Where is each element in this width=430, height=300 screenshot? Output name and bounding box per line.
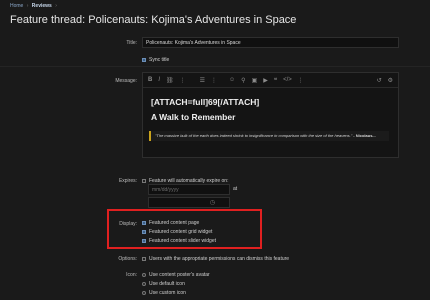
icon-option-label: Use custom icon	[149, 290, 186, 296]
smilies-icon[interactable]: ☺	[229, 77, 235, 83]
editor-attach-text: [ATTACH=full]69[/ATTACH]	[151, 97, 260, 107]
options-dismiss-checkbox[interactable]	[142, 257, 146, 261]
quote-text: "The massive bulk of the earth does inde…	[155, 133, 353, 138]
media-icon[interactable]: ▶	[263, 77, 268, 84]
icon-custom-radio[interactable]	[142, 291, 146, 295]
message-editor[interactable]: B I ⛓ ⋮ ☰ ⋮ ☺ ⚲ ▣ ▶ ❝ </> ⋮ ↺ ⚙ [ATTACH=…	[142, 72, 399, 158]
icon-option-label: Use content poster's avatar	[149, 272, 210, 278]
more-icon[interactable]: ⋮	[211, 77, 217, 84]
breadcrumb-home[interactable]: Home	[10, 3, 23, 9]
quote-icon[interactable]: ❝	[274, 77, 277, 84]
expires-time-input[interactable]: ◷	[148, 197, 230, 208]
sync-title-checkbox[interactable]	[142, 58, 146, 62]
sync-title-label: Sync title	[149, 57, 170, 63]
page-title: Feature thread: Policenauts: Kojima's Ad…	[10, 14, 297, 26]
breadcrumb-reviews[interactable]: Reviews	[32, 3, 52, 9]
editor-toolbar: B I ⛓ ⋮ ☰ ⋮ ☺ ⚲ ▣ ▶ ❝ </> ⋮ ↺ ⚙	[143, 73, 398, 88]
header-divider	[0, 66, 430, 67]
code-icon[interactable]: </>	[283, 77, 292, 83]
link-icon[interactable]: ⛓	[166, 77, 174, 84]
clock-icon[interactable]: ◷	[210, 198, 215, 209]
message-label: Message:	[115, 78, 137, 84]
image-icon[interactable]: ▣	[252, 77, 258, 84]
settings-icon[interactable]: ⚙	[388, 77, 393, 84]
options-dismiss-text: Users with the appropriate permissions c…	[149, 256, 290, 262]
options-label: Options:	[118, 256, 137, 262]
title-input[interactable]: Policenauts: Kojima's Adventures in Spac…	[142, 37, 399, 48]
breadcrumb-separator-icon: ›	[26, 3, 29, 9]
undo-icon[interactable]: ↺	[377, 77, 382, 84]
expires-label: Expires:	[118, 178, 137, 184]
italic-icon[interactable]: I	[158, 77, 160, 83]
expires-checkbox[interactable]	[142, 179, 146, 183]
breadcrumb-separator-icon: ›	[55, 3, 57, 9]
editor-heading: A Walk to Remember	[151, 112, 236, 122]
icon-option-label: Use default icon	[149, 281, 185, 287]
bold-icon[interactable]: B	[148, 77, 152, 83]
highlight-box	[107, 209, 262, 249]
expires-at-label: at	[233, 186, 238, 192]
more-icon[interactable]: ⋮	[180, 77, 186, 84]
editor-quote: "The massive bulk of the earth does inde…	[149, 131, 389, 141]
more-icon[interactable]: ⋮	[298, 77, 304, 84]
list-icon[interactable]: ☰	[200, 77, 205, 84]
title-label: Title:	[126, 40, 137, 46]
expires-date-input[interactable]: mm/dd/yyyy	[148, 184, 230, 195]
icon-default-radio[interactable]	[142, 282, 146, 286]
breadcrumb: Home › Reviews ›	[10, 3, 59, 9]
link-icon[interactable]: ⚲	[241, 77, 245, 84]
quote-author: - Nicolaus...	[353, 133, 376, 138]
icon-label: Icon:	[126, 272, 137, 278]
icon-avatar-radio[interactable]	[142, 273, 146, 277]
